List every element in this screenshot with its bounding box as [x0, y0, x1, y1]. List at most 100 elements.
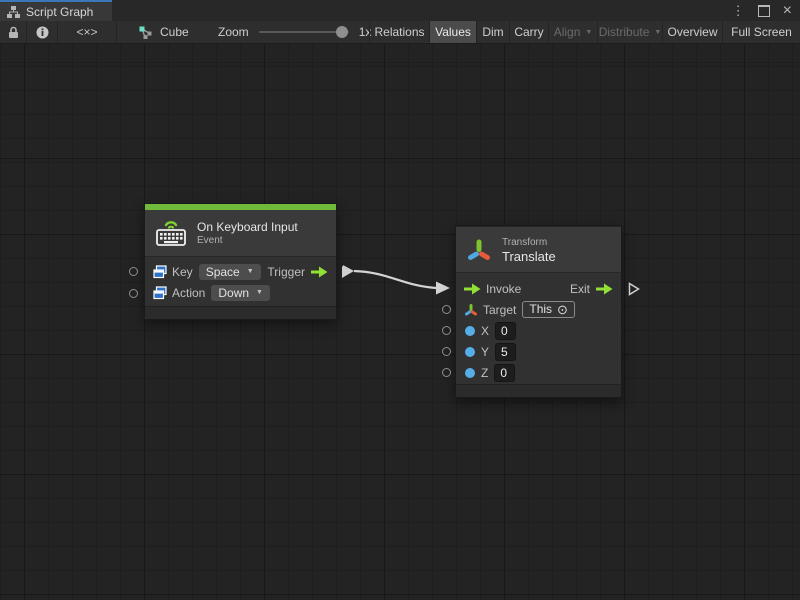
z-input-port[interactable]	[442, 368, 451, 377]
title-bar: Script Graph ⋮ ×	[0, 0, 800, 21]
y-port-row: Y 5	[456, 341, 621, 362]
node-footer	[456, 384, 621, 397]
z-value-field[interactable]: 0	[494, 364, 515, 382]
graph-canvas[interactable]	[0, 44, 800, 600]
x-port-row: X 0	[456, 320, 621, 341]
zoom-slider-handle[interactable]	[336, 26, 348, 38]
flow-arrow-icon	[311, 266, 328, 278]
chevron-down-icon: ▼	[585, 29, 592, 36]
enum-type-icon	[153, 286, 167, 300]
value-port-dot-icon	[464, 367, 476, 379]
node-body: Invoke Exit	[456, 272, 621, 384]
x-input-port[interactable]	[442, 326, 451, 335]
y-label: Y	[481, 345, 489, 359]
graph-toolbar: <×> Cube Zoom 1x Relati	[0, 21, 800, 44]
full-screen-button[interactable]: Full Screen	[723, 21, 800, 43]
node-title-block: Transform Translate	[502, 236, 556, 264]
zoom-label: Zoom	[218, 25, 249, 39]
x-value-field[interactable]: 0	[495, 322, 516, 340]
graph-pointer-icon	[138, 25, 153, 39]
value-port-dot-icon	[464, 346, 476, 358]
action-value: Down	[218, 286, 249, 300]
node-translate[interactable]: Transform Translate Invoke Exit	[455, 225, 622, 398]
distribute-button[interactable]: Distribute ▼	[598, 21, 662, 43]
relations-button[interactable]: Relations	[370, 21, 429, 43]
zoom-slider-track[interactable]	[259, 31, 349, 33]
trigger-label: Trigger	[267, 265, 305, 279]
enum-type-icon	[153, 265, 167, 279]
key-label: Key	[172, 265, 193, 279]
action-dropdown[interactable]: Down ▼	[211, 285, 270, 301]
action-input-port[interactable]	[129, 289, 138, 298]
object-picker-icon[interactable]: ⊙	[557, 303, 568, 316]
action-port-row: Action Down ▼	[145, 282, 336, 303]
target-value: This	[529, 302, 552, 317]
zoom-control-group: Zoom 1x	[218, 21, 371, 43]
exit-output-port[interactable]	[628, 282, 640, 296]
node-title-block: On Keyboard Input Event	[197, 220, 298, 247]
transform-axes-icon	[466, 237, 492, 263]
node-header[interactable]: Transform Translate	[456, 226, 621, 272]
invoke-port-row: Invoke Exit	[456, 278, 621, 299]
code-icon: <×>	[76, 25, 97, 39]
y-input-port[interactable]	[442, 347, 451, 356]
keyboard-icon	[155, 219, 187, 247]
node-header[interactable]: On Keyboard Input Event	[145, 210, 336, 256]
y-value-field[interactable]: 5	[495, 343, 516, 361]
target-port-row: Target This ⊙	[456, 299, 621, 320]
graph-target-label: Cube	[160, 25, 189, 39]
lock-icon	[8, 26, 19, 39]
chevron-down-icon: ▼	[247, 268, 254, 275]
dim-button[interactable]: Dim	[477, 21, 509, 43]
target-input-port[interactable]	[442, 305, 451, 314]
flow-arrow-icon	[596, 283, 613, 295]
overview-button[interactable]: Overview	[663, 21, 722, 43]
node-title: Translate	[502, 249, 556, 264]
value-port-dot-icon	[464, 325, 476, 337]
tab-title: Script Graph	[26, 5, 93, 19]
key-input-port[interactable]	[129, 267, 138, 276]
info-button[interactable]	[27, 21, 57, 43]
toolbar-separator	[116, 21, 117, 43]
trigger-output: Trigger	[267, 265, 328, 279]
script-graph-window: Script Graph ⋮ ×	[0, 0, 800, 600]
lock-button[interactable]	[0, 21, 26, 43]
action-label: Action	[172, 286, 205, 300]
tab-script-graph[interactable]: Script Graph	[0, 0, 112, 21]
exit-label: Exit	[570, 282, 590, 296]
flow-arrow-icon	[464, 283, 481, 295]
target-label: Target	[483, 303, 516, 317]
invoke-label: Invoke	[486, 282, 521, 296]
window-controls: ⋮ ×	[732, 0, 792, 21]
toolbar-toggle-group: Relations Values Dim Carry Align ▼ Distr…	[369, 21, 800, 43]
align-label: Align	[554, 25, 581, 39]
trigger-output-port[interactable]	[342, 266, 352, 278]
node-footer	[145, 306, 336, 319]
align-button[interactable]: Align ▼	[549, 21, 597, 43]
values-button[interactable]: Values	[430, 21, 476, 43]
toolbar-left-group: <×>	[0, 21, 117, 43]
key-dropdown[interactable]: Space ▼	[199, 264, 261, 280]
graph-target-group[interactable]: Cube	[138, 21, 189, 43]
code-view-button[interactable]: <×>	[58, 21, 116, 43]
node-on-keyboard-input[interactable]: On Keyboard Input Event Key Space ▼	[144, 203, 337, 320]
target-object-field[interactable]: This ⊙	[522, 301, 575, 318]
node-subtitle: Event	[197, 235, 298, 247]
graph-hierarchy-icon	[7, 6, 20, 18]
z-port-row: Z 0	[456, 362, 621, 383]
close-icon[interactable]: ×	[783, 4, 792, 18]
key-port-row: Key Space ▼ Trigger	[145, 261, 336, 282]
chevron-down-icon: ▼	[256, 289, 263, 296]
maximize-icon[interactable]	[758, 5, 770, 17]
key-value: Space	[206, 265, 240, 279]
node-title: On Keyboard Input	[197, 220, 298, 235]
node-body: Key Space ▼ Trigger	[145, 256, 336, 306]
carry-button[interactable]: Carry	[510, 21, 548, 43]
z-label: Z	[481, 366, 488, 380]
window-menu-icon[interactable]: ⋮	[732, 3, 745, 19]
distribute-label: Distribute	[599, 25, 650, 39]
x-label: X	[481, 324, 489, 338]
transform-type-icon	[464, 303, 478, 317]
chevron-down-icon: ▼	[654, 29, 661, 36]
node-category: Transform	[502, 236, 556, 249]
